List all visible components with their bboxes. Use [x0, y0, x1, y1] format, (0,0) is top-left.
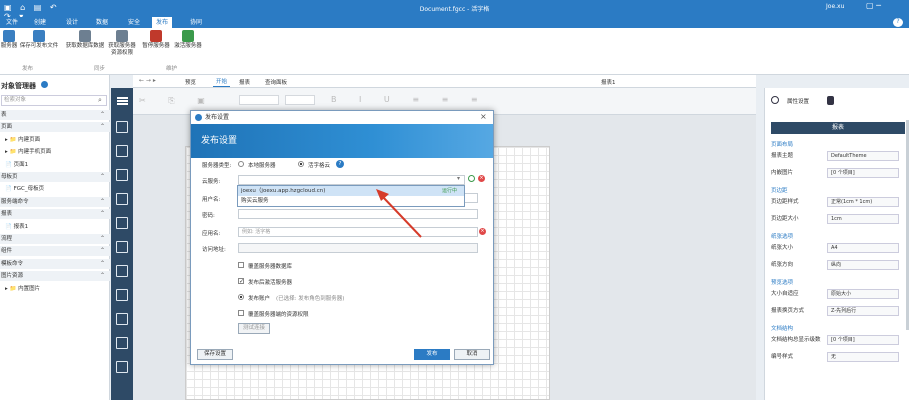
annotation-arrow: [376, 189, 422, 238]
